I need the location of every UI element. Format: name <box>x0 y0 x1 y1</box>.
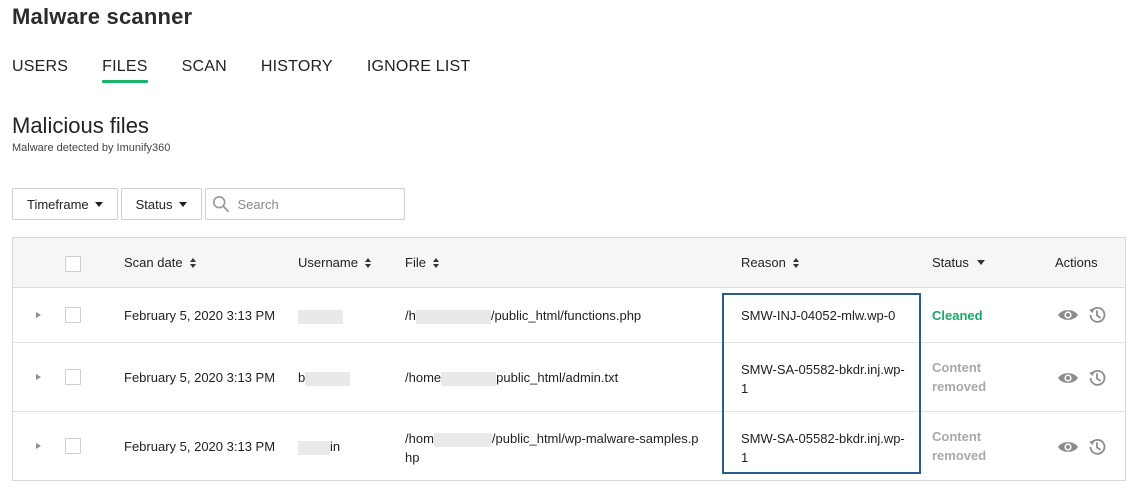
redacted-block <box>433 432 492 447</box>
search-input[interactable] <box>235 195 396 213</box>
header-scan-date-label: Scan date <box>124 255 183 270</box>
header-actions-label: Actions <box>1055 255 1098 270</box>
cell-scan-date: February 5, 2020 3:13 PM <box>124 439 276 454</box>
eye-icon[interactable] <box>1057 370 1079 386</box>
header-scan-date[interactable]: Scan date <box>124 255 196 270</box>
redacted-block <box>305 371 351 386</box>
cell-reason: SMW-SA-05582-bkdr.inj.wp- 1 <box>741 429 905 467</box>
eye-icon[interactable] <box>1057 439 1079 455</box>
caret-down-icon <box>976 260 985 265</box>
tab-files[interactable]: FILES <box>102 58 149 88</box>
header-file-label: File <box>405 255 426 270</box>
caret-right-icon[interactable] <box>36 312 41 318</box>
username-text: in <box>330 439 341 454</box>
reason-text: 1 <box>741 450 749 465</box>
username-text: b <box>298 370 306 385</box>
status-text: Content <box>932 360 982 375</box>
header-username-label: Username <box>298 255 358 270</box>
tab-ignore-list[interactable]: IGNORE LIST <box>367 58 471 88</box>
status-badge: Cleaned <box>932 308 983 323</box>
history-icon[interactable] <box>1087 368 1107 388</box>
cell-reason: SMW-INJ-04052-mlw.wp-0 <box>741 308 896 323</box>
cell-file: /home public_html/admin.txt <box>405 370 618 386</box>
redacted-block <box>298 440 330 455</box>
cell-reason: SMW-SA-05582-bkdr.inj.wp- 1 <box>741 360 905 398</box>
history-icon[interactable] <box>1087 305 1107 325</box>
table-row[interactable]: February 5, 2020 3:13 PM /h/public_html/… <box>13 288 1125 343</box>
eye-icon[interactable] <box>1057 307 1079 323</box>
tab-history[interactable]: HISTORY <box>261 58 333 88</box>
row-checkbox[interactable] <box>65 438 81 454</box>
file-path-text: hp <box>405 450 420 465</box>
file-path-text: public_html/admin.txt <box>496 370 619 385</box>
file-path-text: /public_html/wp-malware-samples.p <box>491 431 699 446</box>
caret-down-icon <box>178 201 187 207</box>
row-actions <box>1057 368 1107 388</box>
redacted-block <box>441 371 497 386</box>
caret-right-icon[interactable] <box>36 374 41 380</box>
file-path-text: /hom <box>405 431 434 446</box>
table-header: Scan date Username File Reason Status Ac… <box>13 238 1125 288</box>
sort-icon <box>792 257 799 268</box>
table-row[interactable]: February 5, 2020 3:13 PM b /home public_h… <box>13 343 1125 412</box>
status-text: removed <box>932 448 987 463</box>
sort-icon <box>189 257 196 268</box>
reason-text: 1 <box>741 381 749 396</box>
cell-username <box>298 308 343 324</box>
header-reason-label: Reason <box>741 255 786 270</box>
section-title: Malicious files <box>12 113 149 138</box>
status-badge: Content removed <box>932 427 986 465</box>
select-all-checkbox[interactable] <box>65 256 81 272</box>
status-dropdown[interactable]: Status <box>120 188 202 220</box>
cell-username: in <box>298 439 340 455</box>
table-row[interactable]: February 5, 2020 3:13 PM in /hom/public_… <box>13 412 1125 480</box>
row-actions <box>1057 437 1107 457</box>
file-path-text: /home <box>405 370 442 385</box>
header-username[interactable]: Username <box>298 255 371 270</box>
cell-file: /hom/public_html/wp-malware-samples.p hp <box>405 429 699 467</box>
tab-scan[interactable]: SCAN <box>182 58 227 88</box>
app-title: Malware scanner <box>12 4 193 29</box>
history-icon[interactable] <box>1087 437 1107 457</box>
row-checkbox[interactable] <box>65 307 81 323</box>
cell-username: b <box>298 370 351 386</box>
malicious-files-table: Scan date Username File Reason Status Ac… <box>12 237 1126 481</box>
cell-scan-date: February 5, 2020 3:13 PM <box>124 370 276 385</box>
header-reason[interactable]: Reason <box>741 255 799 270</box>
search-box[interactable] <box>204 188 405 220</box>
reason-text: SMW-SA-05582-bkdr.inj.wp- <box>741 362 905 377</box>
status-text: removed <box>932 379 987 394</box>
header-status[interactable]: Status <box>932 255 985 270</box>
main-nav: USERS FILES SCAN HISTORY IGNORE LIST <box>12 58 504 88</box>
row-actions <box>1057 305 1107 325</box>
row-checkbox[interactable] <box>65 369 81 385</box>
reason-text: SMW-SA-05582-bkdr.inj.wp- <box>741 431 905 446</box>
sort-icon <box>432 257 439 268</box>
header-status-label: Status <box>932 255 969 270</box>
file-path-text: /h <box>405 308 416 323</box>
caret-down-icon <box>94 201 103 207</box>
cell-file: /h/public_html/functions.php <box>405 308 641 324</box>
caret-right-icon[interactable] <box>36 443 41 449</box>
sort-icon <box>364 257 371 268</box>
header-actions: Actions <box>1055 255 1098 270</box>
redacted-block <box>415 309 491 324</box>
cell-scan-date: February 5, 2020 3:13 PM <box>124 308 276 323</box>
file-path-text: /public_html/functions.php <box>490 308 642 323</box>
timeframe-label: Timeframe <box>27 196 89 212</box>
search-icon <box>212 195 229 213</box>
header-file[interactable]: File <box>405 255 439 270</box>
tab-users[interactable]: USERS <box>12 58 68 88</box>
timeframe-dropdown[interactable]: Timeframe <box>12 188 118 220</box>
status-text: Content <box>932 429 982 444</box>
status-label: Status <box>135 196 173 212</box>
filter-bar: Timeframe Status <box>12 188 405 220</box>
status-badge: Content removed <box>932 358 986 396</box>
section-subtitle: Malware detected by Imunify360 <box>12 142 171 154</box>
redacted-block <box>298 309 343 324</box>
